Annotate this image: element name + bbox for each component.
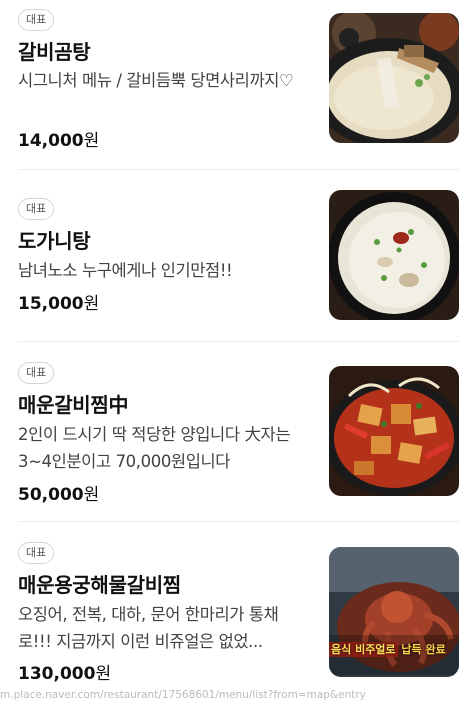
menu-description: 오징어, 전복, 대하, 문어 한마리가 통채로!!! 지금까지 이런 비쥬얼은… [18, 605, 279, 651]
menu-name: 매운갈비찜中 [18, 393, 129, 417]
signature-badge: 대표 [18, 198, 55, 220]
menu-price: 15,000원 [18, 294, 100, 314]
seafood-galbi-jjim-photo[interactable]: 음식 비주얼로 납득 완료 [329, 547, 459, 677]
signature-badge: 대표 [18, 362, 55, 384]
dogani-tang-photo[interactable] [329, 190, 459, 320]
url-watermark: m.place.naver.com/restaurant/17568601/me… [0, 689, 366, 701]
image-caption-2: 납득 완료 [401, 643, 446, 656]
menu-description: 시그니처 메뉴 / 갈비듬뿍 당면사리까지♡ [18, 71, 294, 90]
menu-price: 14,000원 [18, 131, 100, 151]
signature-badge: 대표 [18, 9, 55, 31]
item-divider [18, 521, 459, 522]
item-divider [18, 169, 459, 170]
galbi-gomtang-photo[interactable] [329, 13, 459, 143]
menu-price: 130,000원 [18, 664, 112, 684]
item-divider [18, 341, 459, 342]
menu-description: 2인이 드시기 딱 적당한 양입니다 大자는 3~4인분이고 70,000원입니… [18, 425, 291, 471]
spicy-galbi-jjim-photo[interactable] [329, 366, 459, 496]
menu-description: 남녀노소 누구에게나 인기만점!! [18, 261, 233, 280]
image-caption-1: 음식 비주얼로 [329, 642, 398, 657]
signature-badge: 대표 [18, 542, 55, 564]
menu-name: 도가니탕 [18, 229, 91, 253]
menu-price: 50,000원 [18, 485, 100, 505]
menu-name: 갈비곰탕 [18, 40, 91, 64]
menu-name: 매운용궁해물갈비찜 [18, 573, 181, 597]
